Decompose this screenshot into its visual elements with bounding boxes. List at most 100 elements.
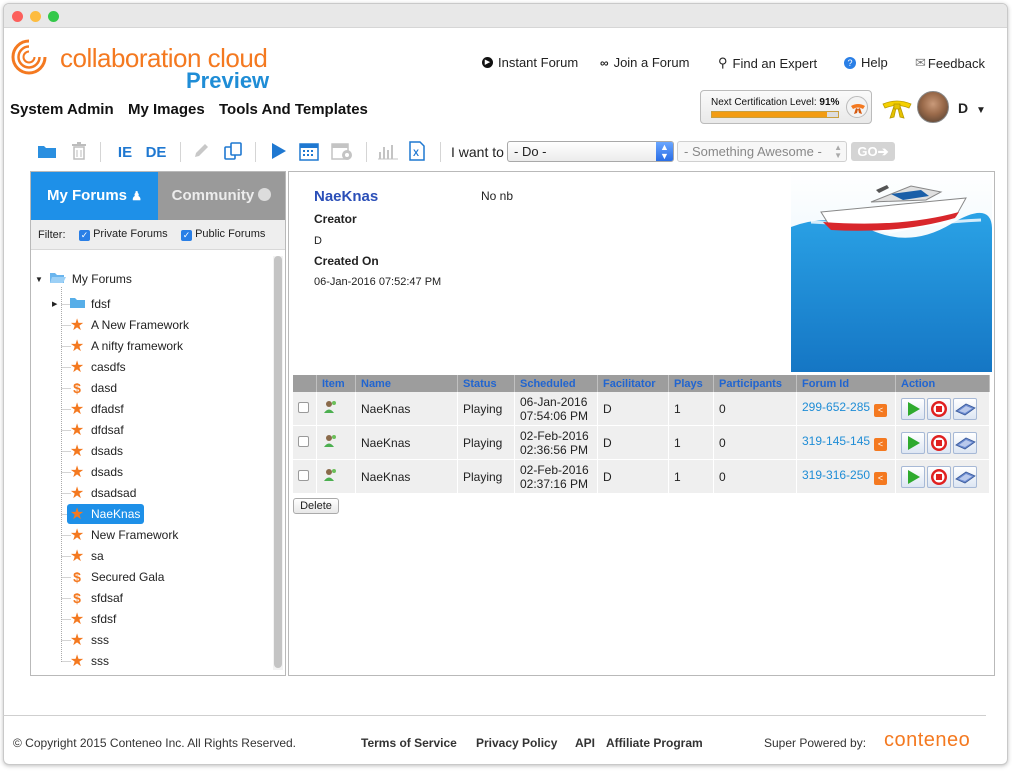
tree-item[interactable]: ★ sfdsf	[69, 609, 117, 629]
nav-my-images[interactable]: My Images	[128, 101, 205, 118]
maximize-window-button[interactable]	[48, 11, 59, 22]
row-forum-id-link[interactable]: 319-145-145	[802, 434, 870, 448]
reports-button[interactable]	[376, 140, 400, 164]
nav-system-admin[interactable]: System Admin	[10, 101, 114, 118]
stop-forum-button[interactable]	[927, 397, 951, 420]
delete-toolbar-button[interactable]	[68, 140, 90, 164]
public-forums-filter[interactable]: ✓ Public Forums	[181, 228, 265, 241]
ie-button[interactable]: IE	[114, 140, 136, 164]
privacy-link[interactable]: Privacy Policy	[476, 736, 557, 750]
row-checkbox[interactable]	[298, 401, 309, 413]
user-menu[interactable]: D ▼	[958, 100, 986, 116]
keyboard-button[interactable]	[953, 465, 977, 488]
caret-right-icon[interactable]: ▶	[52, 300, 57, 308]
column-header-participants[interactable]: Participants	[714, 375, 797, 392]
brand-subtitle: Preview	[186, 68, 270, 93]
tree-item[interactable]: ★ dsadsad	[69, 483, 137, 503]
target-select[interactable]: - Something Awesome - ▲ ▼	[677, 141, 847, 162]
edit-button[interactable]	[190, 140, 212, 164]
tree-item[interactable]: ★ New Framework	[69, 525, 179, 545]
row-checkbox[interactable]	[298, 469, 309, 481]
row-forum-id-link[interactable]: 299-652-285	[802, 400, 870, 414]
excel-export-button[interactable]: X	[406, 140, 428, 164]
private-forums-checkbox[interactable]: ✓	[79, 230, 90, 241]
tree-item[interactable]: ★ dsads	[69, 441, 123, 461]
tree-item[interactable]: ★ sa	[69, 546, 104, 566]
tree-item[interactable]: ★ sss	[69, 630, 109, 650]
column-header-facilitator[interactable]: Facilitator	[598, 375, 669, 392]
stop-forum-button[interactable]	[927, 465, 951, 488]
terms-link[interactable]: Terms of Service	[361, 736, 457, 750]
feedback-link[interactable]: ✉ Feedback	[915, 55, 985, 71]
certification-widget[interactable]: Next Certification Level: 91%	[700, 90, 872, 124]
schedule-recurring-button[interactable]	[330, 140, 354, 164]
help-link[interactable]: ? Help	[844, 55, 888, 70]
yellow-belt-icon[interactable]	[882, 96, 912, 120]
play-toolbar-button[interactable]	[267, 140, 289, 164]
minimize-window-button[interactable]	[30, 11, 41, 22]
tree-item[interactable]: ★ dfadsf	[69, 399, 124, 419]
row-forum-id-link[interactable]: 319-316-250	[802, 468, 870, 482]
copy-button[interactable]	[221, 140, 245, 164]
column-header-forum-id[interactable]: Forum Id	[797, 375, 896, 392]
share-icon[interactable]: <	[874, 438, 888, 451]
join-forum-link[interactable]: ∞ Join a Forum	[600, 55, 689, 70]
de-button[interactable]: DE	[142, 140, 170, 164]
play-forum-button[interactable]	[901, 465, 925, 488]
tree-item[interactable]: ★ dsads	[69, 462, 123, 482]
instant-forum-link[interactable]: ▶ Instant Forum	[482, 55, 578, 70]
close-window-button[interactable]	[12, 11, 23, 22]
tree-item[interactable]: $ dasd	[69, 378, 117, 398]
tree-item[interactable]: $ sfdsaf	[69, 588, 123, 608]
tree-item[interactable]: ▶ fdsf	[52, 294, 110, 314]
affiliate-link[interactable]: Affiliate Program	[606, 736, 703, 750]
sidebar-scrollbar[interactable]	[273, 256, 283, 670]
powered-by-label: Super Powered by:	[764, 736, 867, 750]
column-header-item[interactable]: Item	[317, 375, 356, 392]
collaboration-cloud-logo-icon[interactable]	[10, 38, 48, 76]
row-checkbox[interactable]	[298, 435, 309, 447]
tree-item[interactable]: ★ A nifty framework	[69, 336, 183, 356]
join-forum-label: Join a Forum	[613, 55, 690, 70]
star-icon: ★	[69, 338, 85, 355]
private-forums-filter[interactable]: ✓ Private Forums	[79, 228, 168, 241]
delete-button[interactable]: Delete	[293, 498, 339, 514]
column-header-plays[interactable]: Plays	[669, 375, 714, 392]
feedback-label: Feedback	[927, 55, 985, 71]
schedule-button[interactable]	[298, 140, 320, 164]
tree-root-my-forums[interactable]: ▼ My Forums	[35, 269, 132, 289]
tab-my-forums[interactable]: My Forums ♟	[31, 172, 158, 220]
column-header-status[interactable]: Status	[458, 375, 515, 392]
tree-item[interactable]: ★ casdfs	[69, 357, 126, 377]
tree-item-label: sss	[91, 633, 109, 647]
share-icon[interactable]: <	[874, 404, 888, 417]
go-button[interactable]: GO➔	[851, 142, 895, 161]
tree-item[interactable]: ★ A New Framework	[69, 315, 189, 335]
sidebar-scrollbar-thumb[interactable]	[274, 256, 282, 668]
open-folder-button[interactable]	[36, 140, 58, 164]
public-forums-checkbox[interactable]: ✓	[181, 230, 192, 241]
tree-item-label: Secured Gala	[91, 570, 165, 584]
keyboard-button[interactable]	[953, 431, 977, 454]
column-header-name[interactable]: Name	[356, 375, 458, 392]
forum-tree: ▼ My Forums ▶ fdsf ★ A New Framework ★ A nift…	[31, 251, 271, 675]
play-forum-button[interactable]	[901, 397, 925, 420]
tree-item[interactable]: ★ NaeKnas	[67, 504, 145, 524]
stop-forum-button[interactable]	[927, 431, 951, 454]
tree-item[interactable]: ★ sss	[69, 651, 109, 671]
keyboard-button[interactable]	[953, 397, 977, 420]
row-status: Playing	[458, 460, 515, 494]
api-link[interactable]: API	[575, 736, 595, 750]
find-expert-link[interactable]: ⚲ Find an Expert	[718, 55, 817, 71]
user-avatar[interactable]	[917, 91, 949, 123]
tab-community[interactable]: Community	[158, 172, 285, 220]
conteneo-logo[interactable]: conteneo	[884, 729, 970, 752]
share-icon[interactable]: <	[874, 472, 888, 485]
tree-item[interactable]: ★ dfdsaf	[69, 420, 124, 440]
row-scheduled: 02-Feb-2016 02:36:56 PM	[515, 426, 598, 460]
nav-tools-templates[interactable]: Tools And Templates	[219, 101, 368, 118]
tree-item[interactable]: $ Secured Gala	[69, 567, 164, 587]
action-select[interactable]: - Do - ▲ ▼	[507, 141, 674, 162]
column-header-scheduled[interactable]: Scheduled	[515, 375, 598, 392]
play-forum-button[interactable]	[901, 431, 925, 454]
